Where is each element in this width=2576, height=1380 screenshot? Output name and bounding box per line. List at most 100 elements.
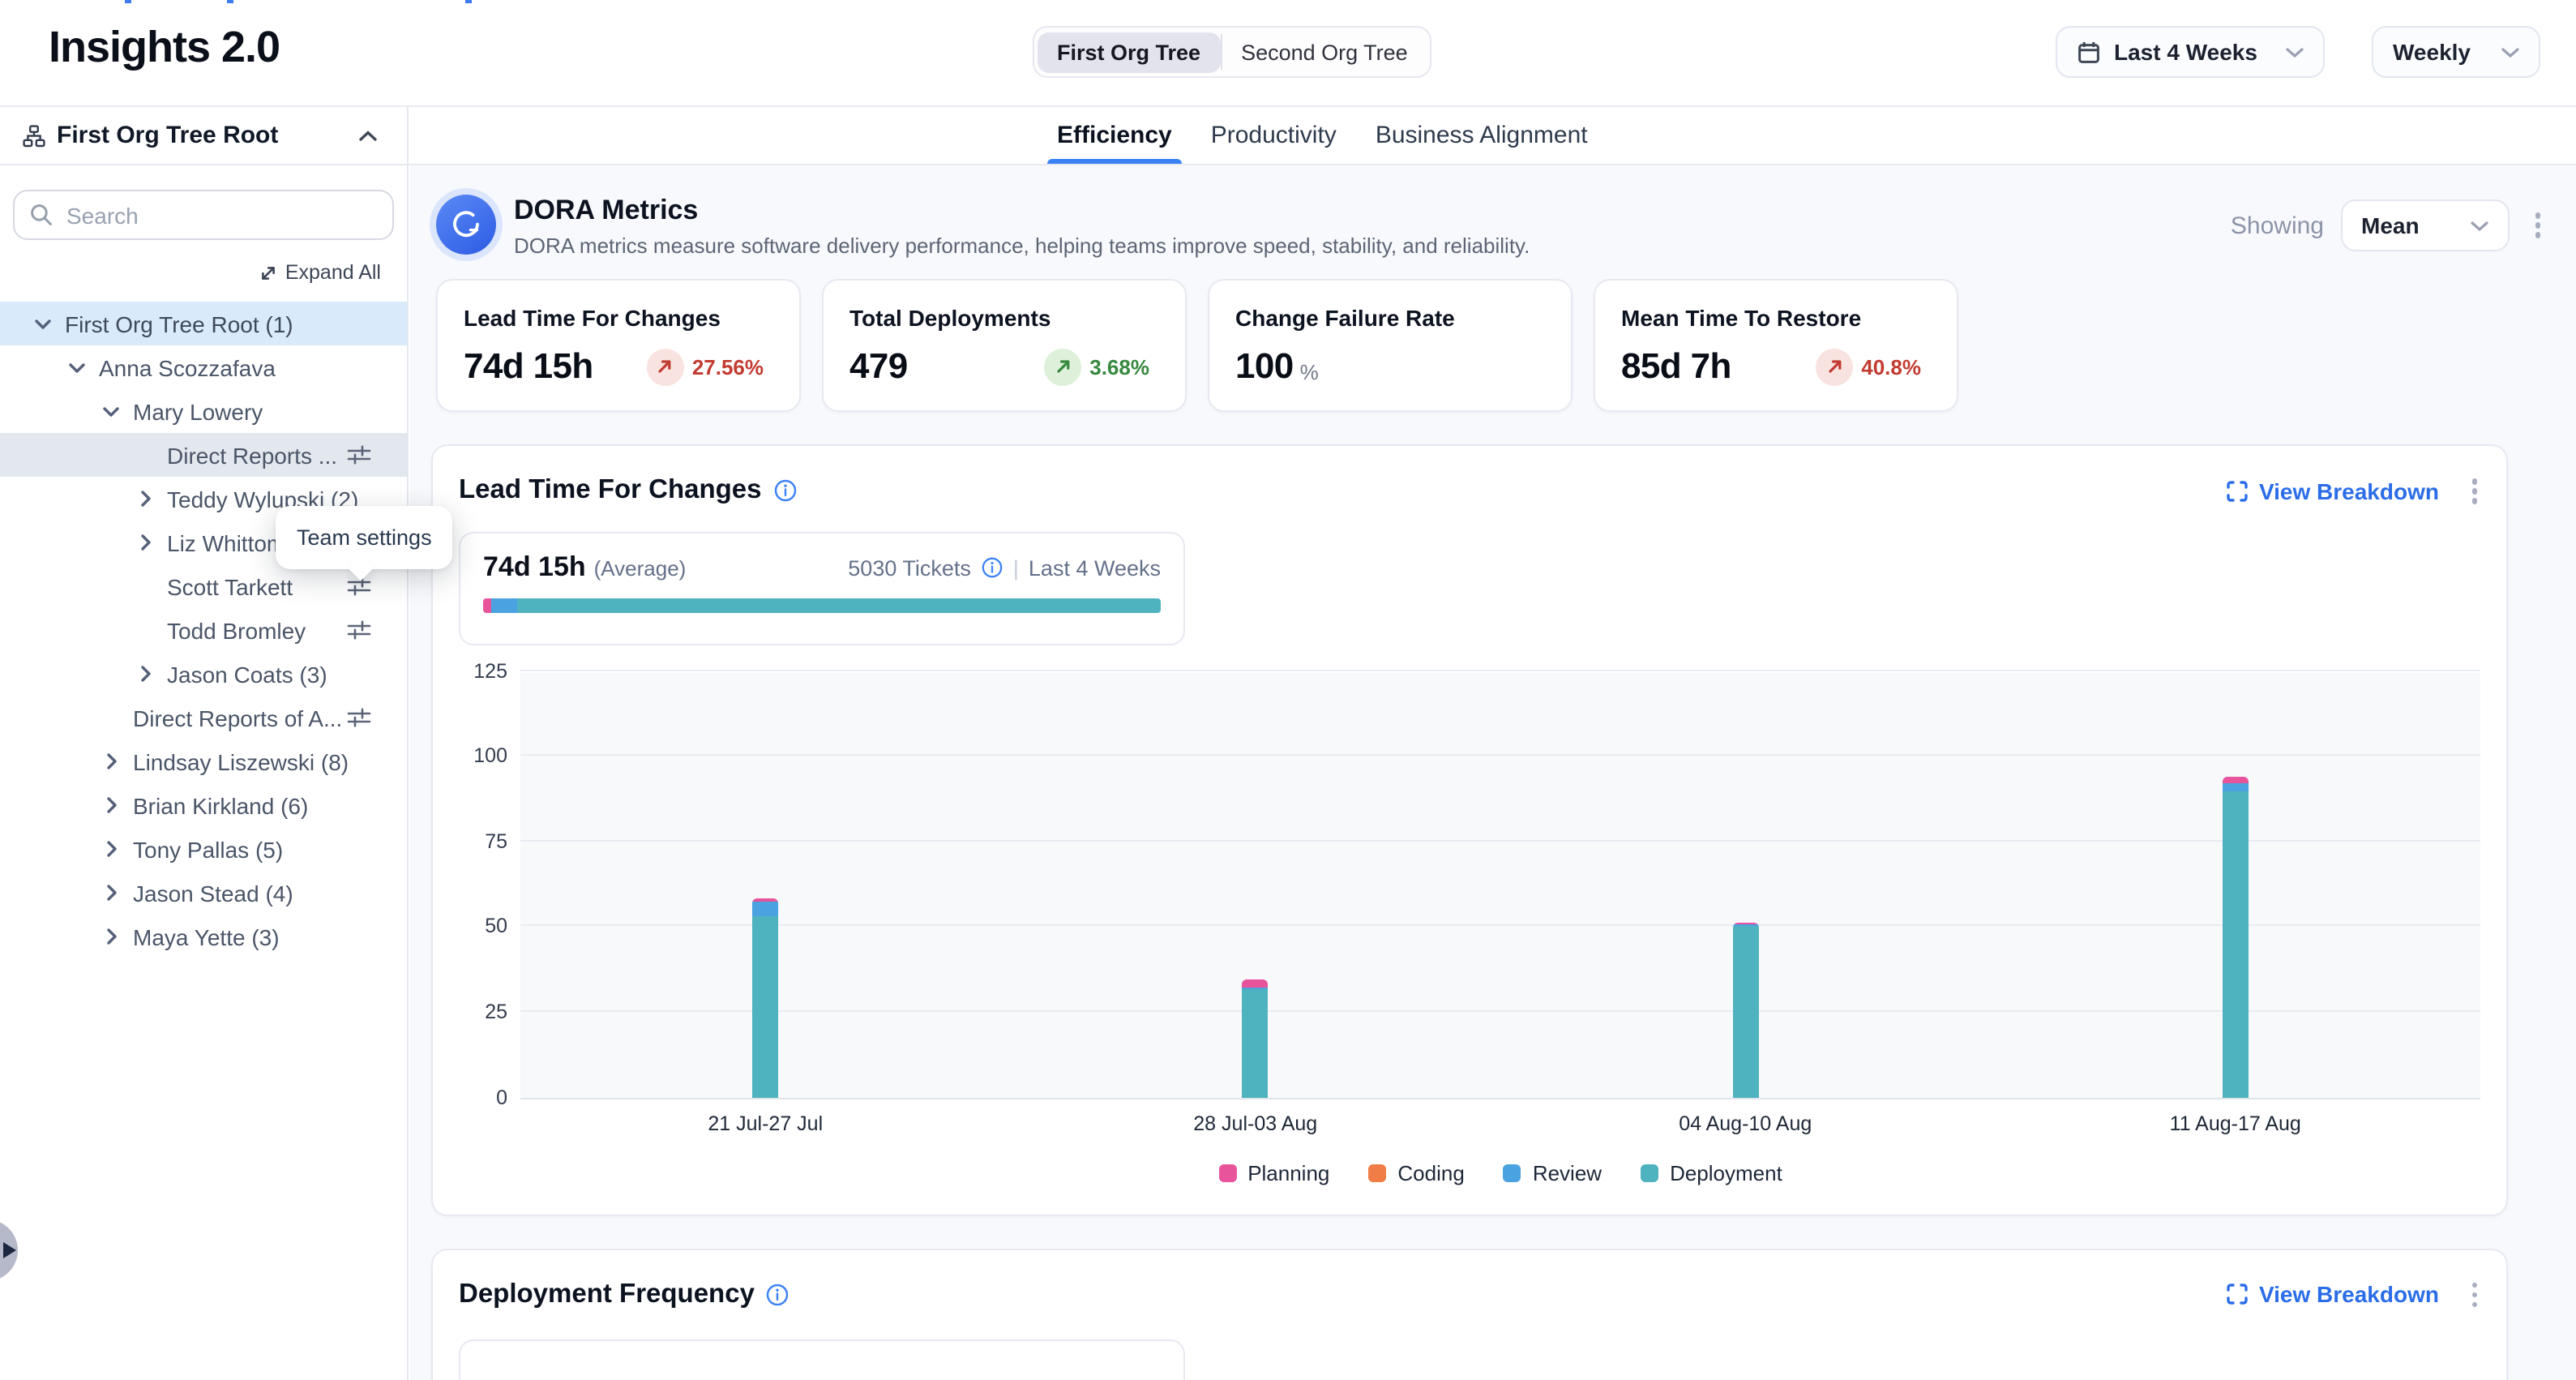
x-axis-label: 28 Jul-03 Aug bbox=[1011, 1112, 1501, 1134]
org-tree: First Org Tree Root (1) Anna Scozzafava Ma… bbox=[0, 302, 407, 958]
legend-label: Planning bbox=[1247, 1160, 1329, 1185]
chevron-right-icon[interactable] bbox=[135, 663, 156, 684]
metric-card-title: Mean Time To Restore bbox=[1621, 305, 1931, 331]
tree-item-first-org-tree-root-1[interactable]: First Org Tree Root (1) bbox=[0, 302, 407, 345]
metric-card-total-deployments: Total Deployments4793.68% bbox=[822, 279, 1187, 412]
stacked-bar-21-jul-27-jul bbox=[752, 898, 778, 1097]
tree-item-todd-bromley[interactable]: Todd Bromley bbox=[0, 608, 407, 652]
tree-item-label: Tony Pallas (5) bbox=[133, 836, 283, 862]
tree-item-direct-reports[interactable]: Direct Reports ... bbox=[0, 433, 407, 477]
team-settings-tooltip: Team settings bbox=[276, 506, 453, 569]
metric-card-title: Lead Time For Changes bbox=[464, 305, 773, 331]
legend-item-planning[interactable]: Planning bbox=[1218, 1160, 1329, 1185]
lead-time-chart: 0255075100125 21 Jul-27 Jul28 Jul-03 Aug… bbox=[433, 672, 2506, 1214]
tree-item-brian-kirkland-6[interactable]: Brian Kirkland (6) bbox=[0, 783, 407, 827]
tree-item-label: Jason Stead (4) bbox=[133, 880, 293, 906]
summary-bar-segment-planning bbox=[483, 598, 492, 612]
tree-item-maya-yette-3[interactable]: Maya Yette (3) bbox=[0, 915, 407, 958]
granularity-select[interactable]: Weekly bbox=[2372, 26, 2540, 78]
legend-swatch bbox=[1641, 1164, 1658, 1181]
chevron-down-icon[interactable] bbox=[32, 313, 53, 334]
chevron-right-icon[interactable] bbox=[101, 751, 122, 772]
x-axis-label: 04 Aug-10 Aug bbox=[1500, 1112, 1991, 1134]
trend-badge: 3.68% bbox=[1044, 348, 1149, 385]
chevron-right-icon[interactable] bbox=[101, 795, 122, 816]
chevron-spacer bbox=[135, 444, 156, 465]
chart-x-axis-labels: 21 Jul-27 Jul28 Jul-03 Aug04 Aug-10 Aug1… bbox=[520, 1112, 2480, 1134]
trend-value: 3.68% bbox=[1089, 354, 1149, 379]
org-tree-root-header[interactable]: First Org Tree Root bbox=[0, 107, 409, 164]
legend-label: Coding bbox=[1397, 1160, 1464, 1185]
tree-item-label: Mary Lowery bbox=[133, 398, 263, 424]
legend-item-deployment[interactable]: Deployment bbox=[1641, 1160, 1782, 1185]
chart-bar-slot bbox=[1991, 672, 2481, 1097]
header-band: First Org Tree Root Efficiency Productiv… bbox=[0, 105, 2576, 165]
tree-item-label: Brian Kirkland (6) bbox=[133, 792, 308, 818]
date-range-select[interactable]: Last 4 Weeks bbox=[2056, 26, 2325, 78]
phase-distribution-bar bbox=[483, 598, 1161, 612]
legend-item-coding[interactable]: Coding bbox=[1368, 1160, 1464, 1185]
info-icon[interactable] bbox=[981, 556, 1003, 579]
chart-plot-area: 0255075100125 bbox=[520, 672, 2480, 1099]
deployment-frequency-kebab-menu[interactable] bbox=[2462, 1275, 2487, 1314]
expand-all-button[interactable]: Expand All bbox=[0, 261, 381, 284]
chevron-down-icon[interactable] bbox=[66, 357, 88, 378]
lead-time-kebab-menu[interactable] bbox=[2462, 472, 2487, 510]
chevron-up-icon[interactable] bbox=[358, 129, 378, 142]
tooltip-text: Team settings bbox=[297, 525, 432, 550]
cutoff-artifact bbox=[125, 0, 131, 3]
dora-section-title: DORA Metrics bbox=[514, 195, 698, 227]
team-settings-icon[interactable] bbox=[347, 444, 371, 474]
chevron-right-icon[interactable] bbox=[101, 882, 122, 903]
trend-up-arrow-icon bbox=[647, 348, 684, 385]
info-icon[interactable] bbox=[766, 1283, 790, 1307]
trend-up-arrow-icon bbox=[1816, 348, 1853, 385]
chart-legend: Planning Coding Review Deployment bbox=[520, 1160, 2480, 1214]
bar-segment-deployment bbox=[2223, 791, 2249, 1097]
chevron-right-icon[interactable] bbox=[101, 926, 122, 947]
toggle-first-org-tree[interactable]: First Org Tree bbox=[1038, 32, 1220, 72]
chevron-down-icon[interactable] bbox=[101, 401, 122, 422]
metric-cards-row: Lead Time For Changes74d 15h27.56%Total … bbox=[436, 279, 2529, 412]
org-tree-sidebar: Expand All First Org Tree Root (1) Anna S… bbox=[0, 165, 409, 1380]
legend-item-review[interactable]: Review bbox=[1504, 1160, 1602, 1185]
team-settings-icon[interactable] bbox=[347, 619, 371, 649]
metric-card-value: 100 bbox=[1235, 345, 1294, 388]
bar-segment-deployment bbox=[1732, 927, 1758, 1097]
tab-efficiency[interactable]: Efficiency bbox=[1054, 107, 1175, 164]
expand-icon bbox=[2227, 1284, 2249, 1306]
tree-item-tony-pallas-5[interactable]: Tony Pallas (5) bbox=[0, 827, 407, 871]
search-input[interactable] bbox=[13, 190, 394, 240]
dora-section-description: DORA metrics measure software delivery p… bbox=[514, 234, 1530, 258]
toggle-second-org-tree[interactable]: Second Org Tree bbox=[1222, 32, 1427, 72]
tree-item-scott-tarkett[interactable]: Scott Tarkett bbox=[0, 564, 407, 608]
gridline bbox=[520, 669, 2480, 671]
aggregation-select[interactable]: Mean bbox=[2340, 199, 2509, 251]
tree-item-label: Anna Scozzafava bbox=[99, 354, 276, 380]
meta-divider: | bbox=[1013, 555, 1019, 580]
tree-item-label: Jason Coats (3) bbox=[167, 661, 327, 687]
chevron-right-icon[interactable] bbox=[101, 838, 122, 859]
chevron-right-icon[interactable] bbox=[135, 488, 156, 509]
tree-item-jason-stead-4[interactable]: Jason Stead (4) bbox=[0, 871, 407, 915]
tab-productivity[interactable]: Productivity bbox=[1208, 107, 1340, 164]
date-range-value: Last 4 Weeks bbox=[2114, 39, 2257, 65]
team-settings-icon[interactable] bbox=[347, 707, 371, 736]
info-icon[interactable] bbox=[773, 479, 798, 504]
tree-item-mary-lowery[interactable]: Mary Lowery bbox=[0, 389, 407, 433]
tab-business-alignment[interactable]: Business Alignment bbox=[1372, 107, 1591, 164]
page-title: Insights 2.0 bbox=[49, 23, 280, 73]
tree-item-jason-coats-3[interactable]: Jason Coats (3) bbox=[0, 652, 407, 696]
tree-item-anna-scozzafava[interactable]: Anna Scozzafava bbox=[0, 345, 407, 389]
view-breakdown-button[interactable]: View Breakdown bbox=[2227, 1282, 2439, 1308]
view-breakdown-button[interactable]: View Breakdown bbox=[2227, 478, 2439, 504]
expand-all-icon bbox=[259, 264, 277, 281]
tree-item-direct-reports-of-a[interactable]: Direct Reports of A... bbox=[0, 696, 407, 739]
chevron-right-icon[interactable] bbox=[135, 532, 156, 553]
play-arrow-icon bbox=[3, 1242, 16, 1258]
y-axis-tick: 25 bbox=[436, 1001, 507, 1023]
chevron-spacer bbox=[135, 576, 156, 597]
dora-kebab-menu[interactable] bbox=[2525, 207, 2550, 245]
aggregation-value: Mean bbox=[2361, 212, 2420, 238]
tree-item-lindsay-liszewski-8[interactable]: Lindsay Liszewski (8) bbox=[0, 739, 407, 783]
